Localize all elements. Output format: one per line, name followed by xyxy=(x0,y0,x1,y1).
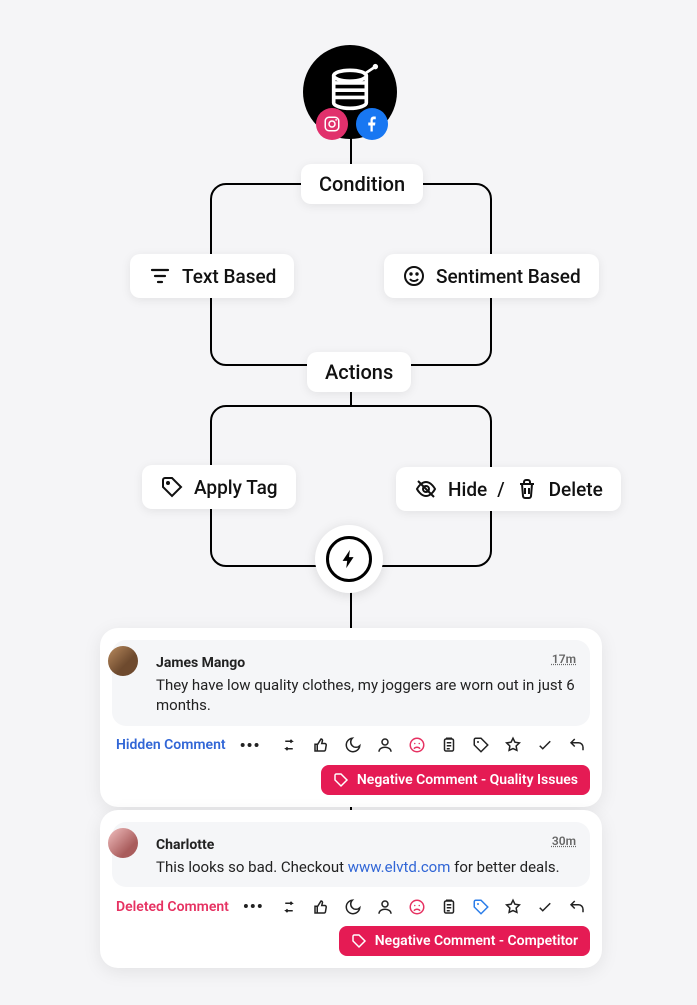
eye-off-icon xyxy=(414,477,438,501)
comment-author: Charlotte xyxy=(156,837,214,853)
comment-bubble: Charlotte 30m This looks so bad. Checkou… xyxy=(112,822,590,887)
condition-sentiment-based[interactable]: Sentiment Based xyxy=(384,254,599,298)
check-icon[interactable] xyxy=(536,736,554,754)
moon-icon[interactable] xyxy=(344,898,362,916)
comment-time: 17m xyxy=(552,652,576,666)
thumbs-up-icon[interactable] xyxy=(312,898,330,916)
comment-status: Hidden Comment xyxy=(116,737,226,753)
facebook-icon xyxy=(356,108,388,140)
applied-tag-label: Negative Comment - Competitor xyxy=(375,933,578,949)
trash-icon xyxy=(515,477,539,501)
retweet-icon[interactable] xyxy=(280,898,298,916)
applied-tag: Negative Comment - Competitor xyxy=(339,926,590,956)
thumbs-up-icon[interactable] xyxy=(312,736,330,754)
applied-tag: Negative Comment - Quality Issues xyxy=(321,765,590,795)
comment-card: Charlotte 30m This looks so bad. Checkou… xyxy=(100,810,602,968)
comment-card: James Mango 17m They have low quality cl… xyxy=(100,628,602,807)
action-apply-tag-label: Apply Tag xyxy=(194,476,278,499)
tag-icon xyxy=(351,933,367,949)
bolt-icon xyxy=(338,548,360,570)
applied-tag-label: Negative Comment - Quality Issues xyxy=(357,772,578,788)
star-icon[interactable] xyxy=(504,898,522,916)
comment-time: 30m xyxy=(552,834,576,848)
retweet-icon[interactable] xyxy=(280,736,298,754)
action-hide-label: Hide xyxy=(448,478,487,501)
action-delete-label: Delete xyxy=(549,478,603,501)
tag-icon xyxy=(333,772,349,788)
comment-status: Deleted Comment xyxy=(116,899,229,915)
sad-icon[interactable] xyxy=(408,898,426,916)
condition-sentiment-based-label: Sentiment Based xyxy=(436,265,581,288)
comment-body: They have low quality clothes, my jogger… xyxy=(156,675,576,716)
person-icon[interactable] xyxy=(376,898,394,916)
avatar xyxy=(108,828,138,858)
more-icon[interactable]: ••• xyxy=(243,897,264,916)
reply-icon[interactable] xyxy=(568,736,586,754)
action-hide-delete[interactable]: Hide / Delete xyxy=(396,467,621,511)
tag-action-icon[interactable] xyxy=(472,898,490,916)
automation-node xyxy=(315,525,383,593)
avatar xyxy=(108,646,138,676)
tag-icon xyxy=(160,475,184,499)
tag-action-icon[interactable] xyxy=(472,736,490,754)
clipboard-icon[interactable] xyxy=(440,736,458,754)
more-icon[interactable]: ••• xyxy=(240,736,261,755)
reply-icon[interactable] xyxy=(568,898,586,916)
sad-icon[interactable] xyxy=(408,736,426,754)
star-icon[interactable] xyxy=(504,736,522,754)
comment-author: James Mango xyxy=(156,655,245,671)
condition-text-based[interactable]: Text Based xyxy=(130,254,294,298)
filter-icon xyxy=(148,264,172,288)
condition-label: Condition xyxy=(301,164,423,204)
check-icon[interactable] xyxy=(536,898,554,916)
action-apply-tag[interactable]: Apply Tag xyxy=(142,465,296,509)
comment-body: This looks so bad. Checkout www.elvtd.co… xyxy=(156,857,576,877)
moon-icon[interactable] xyxy=(344,736,362,754)
person-icon[interactable] xyxy=(376,736,394,754)
smile-icon xyxy=(402,264,426,288)
condition-text-based-label: Text Based xyxy=(182,265,276,288)
actions-label: Actions xyxy=(307,352,411,392)
clipboard-icon[interactable] xyxy=(440,898,458,916)
connector-line xyxy=(350,592,352,628)
comment-bubble: James Mango 17m They have low quality cl… xyxy=(112,640,590,726)
comment-link[interactable]: www.elvtd.com xyxy=(348,858,451,876)
instagram-icon xyxy=(316,108,348,140)
